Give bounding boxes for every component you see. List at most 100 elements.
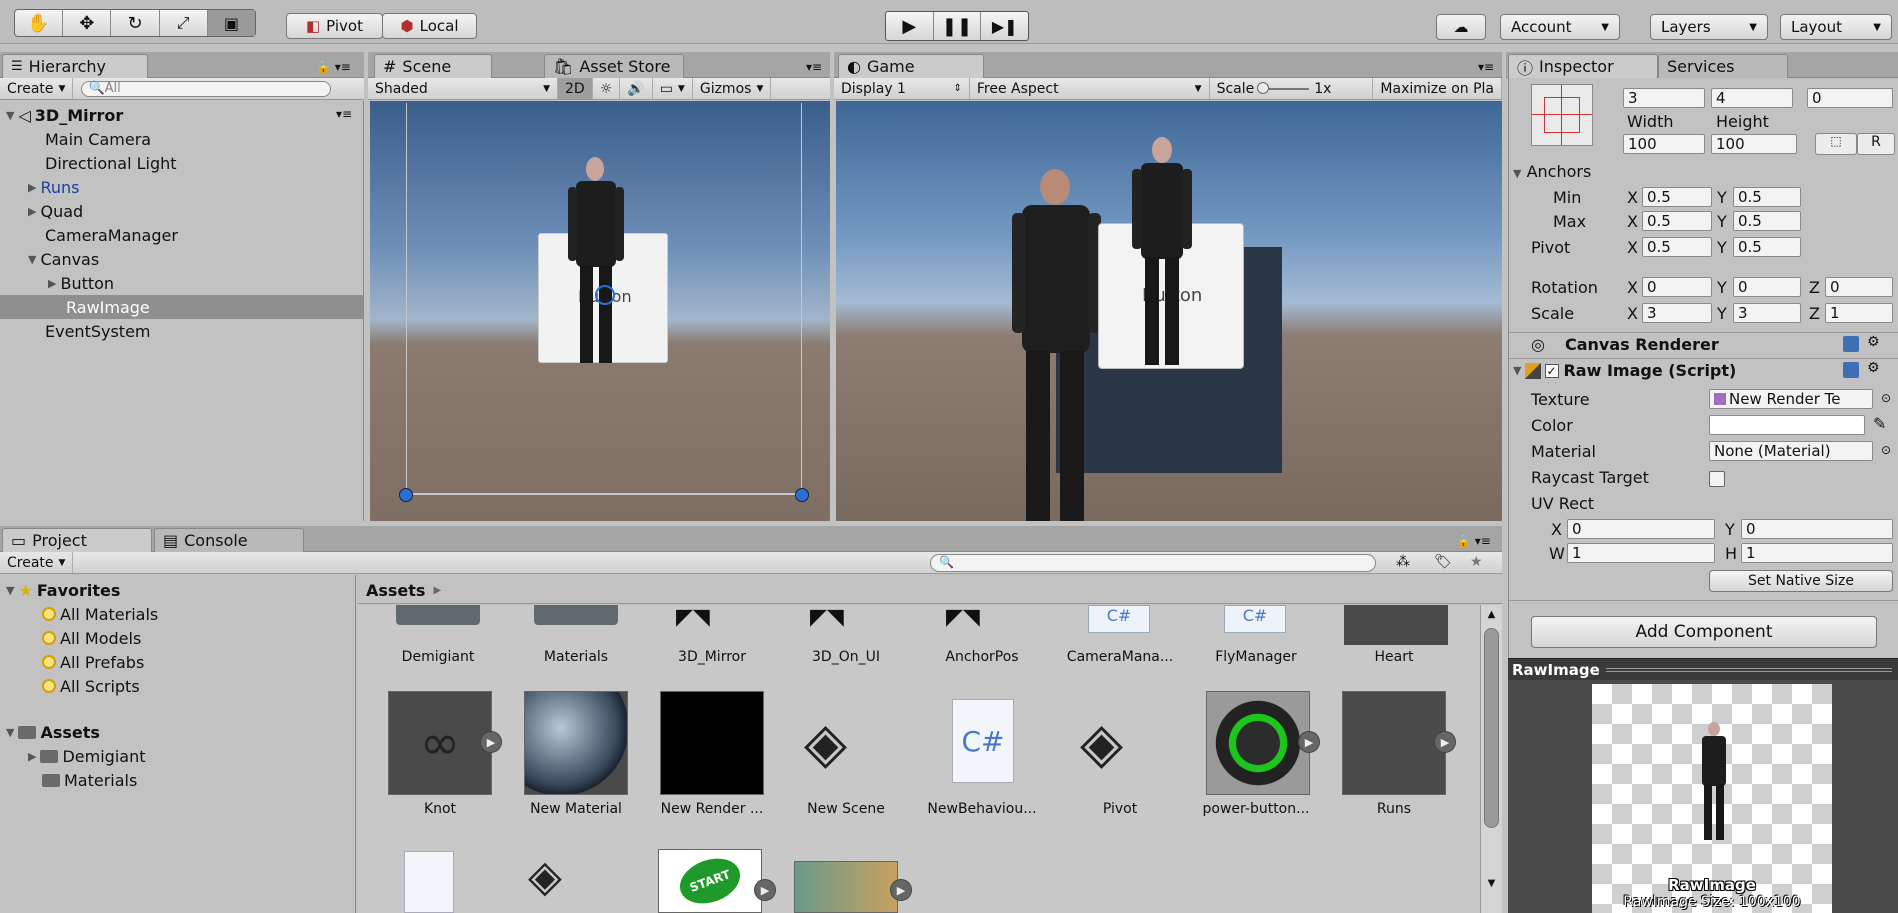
scroll-down-arrow-icon[interactable]: ▼ <box>1481 878 1502 889</box>
script-icon[interactable]: C# <box>952 699 1014 783</box>
audio-toggle-icon[interactable]: 🔊 <box>620 78 653 99</box>
filter-by-label-icon[interactable]: 🏷 <box>1434 554 1452 570</box>
anchor-min-x-field[interactable]: 0.5 <box>1642 187 1712 207</box>
scale-y-field[interactable]: 3 <box>1733 303 1801 323</box>
raycast-target-checkbox[interactable] <box>1709 471 1725 487</box>
gear-icon[interactable]: ⚙ <box>1867 360 1880 376</box>
anchor-max-y-field[interactable]: 0.5 <box>1733 211 1801 231</box>
scrollbar-thumb[interactable] <box>1484 628 1499 828</box>
asset-label[interactable]: FlyManager <box>1196 649 1316 665</box>
object-picker-icon[interactable]: ⊙ <box>1881 391 1891 405</box>
move-tool-icon[interactable]: ✥ <box>63 10 112 36</box>
tab-console[interactable]: ▤ Console <box>154 528 304 552</box>
hierarchy-panel-menu-icon[interactable]: 🔒 ▾≡ <box>316 60 351 74</box>
cloud-button[interactable]: ☁ <box>1436 14 1486 40</box>
favorite-all-prefabs[interactable]: All Prefabs <box>42 651 144 673</box>
scale-tool-icon[interactable]: ⤢ <box>160 10 208 36</box>
hierarchy-item-quad[interactable]: ▶ Quad <box>28 200 83 222</box>
filter-by-type-icon[interactable]: ⁂ <box>1396 554 1410 570</box>
pivot-button[interactable]: ◧ Pivot <box>286 13 383 39</box>
object-picker-icon[interactable]: ⊙ <box>1881 443 1891 457</box>
favorite-all-materials[interactable]: All Materials <box>42 603 158 625</box>
tab-scene[interactable]: # Scene <box>374 54 492 78</box>
play-button[interactable]: ▶ <box>886 12 934 40</box>
anchor-min-y-field[interactable]: 0.5 <box>1733 187 1801 207</box>
width-field[interactable]: 100 <box>1623 134 1705 154</box>
assets-foldout[interactable]: ▼ Assets <box>6 721 100 743</box>
asset-label[interactable]: AnchorPos <box>922 649 1042 665</box>
expand-arrow-icon[interactable]: ▶ <box>890 879 912 901</box>
lighting-toggle-icon[interactable]: ☼ <box>593 78 621 99</box>
canvas-corner-handle[interactable] <box>795 488 809 502</box>
assets-scrollbar[interactable]: ▲ ▼ <box>1480 605 1502 913</box>
asset-label[interactable]: 3D_On_UI <box>786 649 906 665</box>
hierarchy-create-button[interactable]: Create ▼ <box>0 78 74 99</box>
pivot-y-field[interactable]: 0.5 <box>1733 237 1801 257</box>
gizmos-dropdown[interactable]: Gizmos ▼ <box>693 78 772 99</box>
anchor-max-x-field[interactable]: 0.5 <box>1642 211 1712 231</box>
blueprint-mode-button[interactable]: ⬚ <box>1815 133 1857 155</box>
help-icon[interactable] <box>1843 336 1859 352</box>
2d-toggle[interactable]: 2D <box>558 78 593 99</box>
favorites-foldout[interactable]: ▼ ★ Favorites <box>6 579 120 601</box>
scroll-up-arrow-icon[interactable]: ▲ <box>1481 609 1502 620</box>
layers-dropdown[interactable]: Layers ▼ <box>1650 14 1768 40</box>
favorites-star-icon[interactable]: ★ <box>1470 554 1483 570</box>
asset-label[interactable]: Knot <box>380 801 500 817</box>
canvas-renderer-header[interactable]: ◎ Canvas Renderer <box>1509 332 1898 356</box>
rotation-x-field[interactable]: 0 <box>1642 277 1712 297</box>
folder-demigiant[interactable]: ▶ Demigiant <box>28 745 145 767</box>
asset-label[interactable]: Materials <box>516 649 636 665</box>
uv-y-field[interactable]: 0 <box>1741 519 1893 539</box>
scale-z-field[interactable]: 1 <box>1825 303 1893 323</box>
scene-root[interactable]: ▼ ◁ 3D_Mirror <box>6 104 123 126</box>
add-component-button[interactable]: Add Component <box>1531 616 1877 648</box>
favorite-all-scripts[interactable]: All Scripts <box>42 675 140 697</box>
expand-arrow-icon[interactable]: ▶ <box>480 731 502 753</box>
asset-thumb-heart[interactable] <box>1344 605 1448 645</box>
shading-mode-dropdown[interactable]: Shaded ▼ <box>368 78 558 99</box>
asset-label[interactable]: power-button... <box>1196 801 1316 817</box>
script-icon[interactable] <box>404 851 454 913</box>
scene-viewport[interactable]: Button <box>370 101 830 521</box>
hierarchy-item-directional-light[interactable]: Directional Light <box>45 152 177 174</box>
asset-label[interactable]: NewBehaviou... <box>922 801 1042 817</box>
asset-thumb-materials[interactable] <box>534 605 618 625</box>
hierarchy-item-event-system[interactable]: EventSystem <box>45 320 151 342</box>
tab-game[interactable]: ◐ Game <box>838 54 984 78</box>
scale-x-field[interactable]: 3 <box>1642 303 1712 323</box>
raw-edit-button[interactable]: R <box>1857 133 1895 155</box>
hierarchy-item-rawimage[interactable]: RawImage <box>66 296 150 318</box>
anchors-foldout[interactable]: ▼ Anchors <box>1513 162 1591 181</box>
hierarchy-search-input[interactable]: 🔍 All <box>81 80 332 97</box>
aspect-dropdown[interactable]: Free Aspect ▼ <box>970 78 1210 99</box>
height-field[interactable]: 100 <box>1711 134 1797 154</box>
asset-label[interactable]: Demigiant <box>378 649 498 665</box>
asset-thumb-new-material[interactable] <box>524 691 628 795</box>
pos-y-field[interactable]: 4 <box>1711 88 1793 108</box>
hierarchy-item-button[interactable]: ▶ Button <box>48 272 114 294</box>
unity-logo-icon[interactable]: ◤◥ <box>676 605 710 630</box>
tab-asset-store[interactable]: 🛍 Asset Store <box>544 54 684 78</box>
pause-button[interactable]: ❚❚ <box>934 12 982 40</box>
asset-thumb-demigiant[interactable] <box>396 605 480 625</box>
tab-services[interactable]: Services <box>1658 54 1788 78</box>
expand-arrow-icon[interactable]: ▶ <box>754 879 776 901</box>
asset-thumb-knot[interactable]: ∞ <box>388 691 492 795</box>
help-icon[interactable] <box>1843 362 1859 378</box>
display-dropdown[interactable]: Display 1 ⇕ <box>834 78 970 99</box>
asset-label[interactable]: Heart <box>1334 649 1454 665</box>
favorite-all-models[interactable]: All Models <box>42 627 141 649</box>
scene-menu-icon[interactable]: ▾≡ <box>336 107 352 121</box>
asset-label[interactable]: New Material <box>516 801 636 817</box>
uv-w-field[interactable]: 1 <box>1567 543 1715 563</box>
raw-image-header[interactable]: ▼ ✓ Raw Image (Script) <box>1509 358 1898 382</box>
maximize-on-play-toggle[interactable]: Maximize on Pla <box>1373 78 1502 99</box>
project-panel-menu-icon[interactable]: 🔒 ▾≡ <box>1456 534 1491 548</box>
script-icon[interactable]: C# <box>1088 605 1150 633</box>
project-search-input[interactable]: 🔍 <box>930 554 1376 572</box>
uv-x-field[interactable]: 0 <box>1567 519 1715 539</box>
component-enabled-checkbox[interactable]: ✓ <box>1545 363 1560 378</box>
unity-logo-icon[interactable]: ◤◥ <box>810 605 844 630</box>
unity-logo-icon[interactable]: ◈ <box>528 851 562 902</box>
